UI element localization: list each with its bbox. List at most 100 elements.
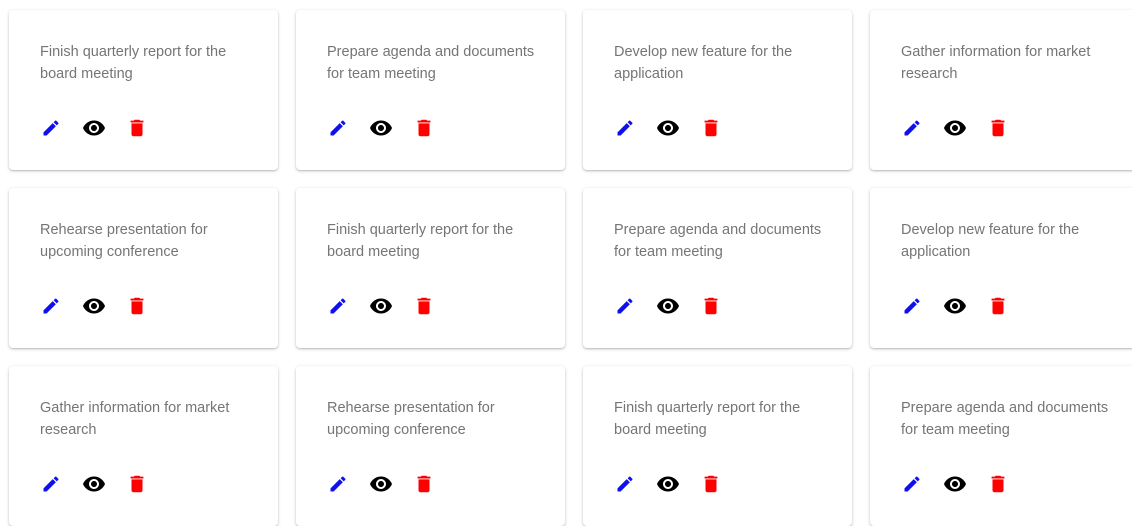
delete-button[interactable] (412, 294, 436, 318)
card-actions (613, 294, 742, 318)
delete-button[interactable] (986, 472, 1010, 496)
task-card: Finish quarterly report for the board me… (296, 188, 565, 348)
task-card: Finish quarterly report for the board me… (9, 10, 278, 170)
edit-button[interactable] (39, 116, 63, 140)
view-button[interactable] (656, 116, 680, 140)
task-card: Develop new feature for the application (870, 188, 1132, 348)
pencil-icon (617, 476, 633, 492)
trash-icon (417, 297, 431, 315)
edit-button[interactable] (39, 294, 63, 318)
trash-icon (991, 475, 1005, 493)
edit-button[interactable] (613, 472, 637, 496)
pencil-icon (330, 476, 346, 492)
card-actions (39, 116, 168, 140)
card-actions (613, 472, 742, 496)
edit-button[interactable] (613, 294, 637, 318)
task-card: Prepare agenda and documents for team me… (296, 10, 565, 170)
delete-button[interactable] (125, 472, 149, 496)
task-card: Gather information for market research (9, 366, 278, 526)
view-button[interactable] (369, 294, 393, 318)
trash-icon (704, 297, 718, 315)
pencil-icon (617, 120, 633, 136)
delete-button[interactable] (986, 294, 1010, 318)
trash-icon (130, 119, 144, 137)
edit-button[interactable] (39, 472, 63, 496)
delete-button[interactable] (699, 294, 723, 318)
view-button[interactable] (82, 294, 106, 318)
task-card: Gather information for market research (870, 10, 1132, 170)
view-button[interactable] (943, 472, 967, 496)
view-button[interactable] (943, 294, 967, 318)
pencil-icon (904, 476, 920, 492)
trash-icon (991, 119, 1005, 137)
delete-button[interactable] (986, 116, 1010, 140)
task-text: Finish quarterly report for the board me… (40, 44, 227, 82)
task-card: Develop new feature for the application (583, 10, 852, 170)
card-actions (326, 294, 455, 318)
delete-button[interactable] (125, 116, 149, 140)
trash-icon (130, 297, 144, 315)
view-button[interactable] (82, 472, 106, 496)
task-card: Finish quarterly report for the board me… (583, 366, 852, 526)
task-card: Prepare agenda and documents for team me… (870, 366, 1132, 526)
delete-button[interactable] (412, 472, 436, 496)
task-text: Develop new feature for the application (614, 44, 793, 82)
task-card: Prepare agenda and documents for team me… (583, 188, 852, 348)
pencil-icon (43, 120, 59, 136)
eye-icon (83, 476, 105, 492)
pencil-icon (330, 298, 346, 314)
eye-icon (83, 298, 105, 314)
card-actions (326, 472, 455, 496)
delete-button[interactable] (699, 116, 723, 140)
view-button[interactable] (369, 116, 393, 140)
card-actions (39, 472, 168, 496)
view-button[interactable] (656, 294, 680, 318)
edit-button[interactable] (900, 472, 924, 496)
task-text: Finish quarterly report for the board me… (327, 222, 514, 260)
edit-button[interactable] (900, 116, 924, 140)
eye-icon (370, 120, 392, 136)
edit-button[interactable] (613, 116, 637, 140)
eye-icon (944, 298, 966, 314)
eye-icon (370, 476, 392, 492)
card-actions (39, 294, 168, 318)
edit-button[interactable] (326, 116, 350, 140)
task-text: Rehearse presentation for upcoming confe… (40, 222, 208, 260)
view-button[interactable] (369, 472, 393, 496)
delete-button[interactable] (412, 116, 436, 140)
eye-icon (657, 298, 679, 314)
eye-icon (370, 298, 392, 314)
edit-button[interactable] (326, 472, 350, 496)
card-actions (900, 116, 1029, 140)
trash-icon (991, 297, 1005, 315)
view-button[interactable] (943, 116, 967, 140)
trash-icon (704, 119, 718, 137)
edit-button[interactable] (326, 294, 350, 318)
eye-icon (944, 120, 966, 136)
pencil-icon (617, 298, 633, 314)
delete-button[interactable] (699, 472, 723, 496)
edit-button[interactable] (900, 294, 924, 318)
card-actions (900, 472, 1029, 496)
task-text: Prepare agenda and documents for team me… (901, 400, 1109, 438)
pencil-icon (904, 298, 920, 314)
pencil-icon (330, 120, 346, 136)
card-actions (900, 294, 1029, 318)
pencil-icon (43, 298, 59, 314)
pencil-icon (904, 120, 920, 136)
task-card-grid: Finish quarterly report for the board me… (9, 10, 1132, 526)
trash-icon (417, 475, 431, 493)
card-actions (613, 116, 742, 140)
task-text: Gather information for market research (40, 400, 230, 438)
trash-icon (704, 475, 718, 493)
view-button[interactable] (82, 116, 106, 140)
task-text: Prepare agenda and documents for team me… (327, 44, 535, 82)
task-text: Gather information for market research (901, 44, 1091, 82)
delete-button[interactable] (125, 294, 149, 318)
task-text: Finish quarterly report for the board me… (614, 400, 801, 438)
task-card: Rehearse presentation for upcoming confe… (9, 188, 278, 348)
card-actions (326, 116, 455, 140)
view-button[interactable] (656, 472, 680, 496)
task-card: Rehearse presentation for upcoming confe… (296, 366, 565, 526)
task-text: Rehearse presentation for upcoming confe… (327, 400, 495, 438)
